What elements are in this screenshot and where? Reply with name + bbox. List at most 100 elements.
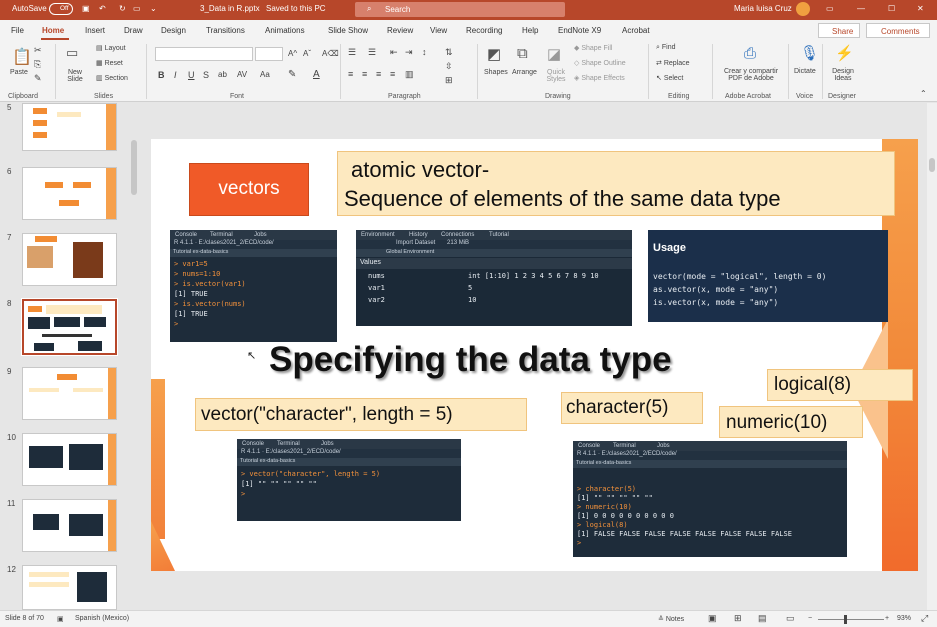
thumbnail-scrollbar-thumb[interactable] bbox=[131, 140, 137, 195]
quick-styles-icon[interactable]: ◪ bbox=[547, 45, 561, 63]
microphone-icon[interactable]: 🎙 bbox=[800, 44, 819, 62]
tab-insert[interactable]: Insert bbox=[85, 26, 105, 35]
tab-slide-show[interactable]: Slide Show bbox=[328, 26, 368, 35]
clear-format-icon[interactable]: A⌫ bbox=[322, 49, 339, 58]
design-ideas-icon[interactable]: ⚡ bbox=[835, 44, 854, 62]
slide-thumbnail-7[interactable] bbox=[22, 233, 117, 286]
zoom-slider-thumb[interactable] bbox=[844, 615, 847, 624]
replace-button[interactable]: ⇄ Replace bbox=[656, 59, 690, 67]
redo-icon[interactable]: ↻ bbox=[119, 4, 126, 13]
tab-help[interactable]: Help bbox=[522, 26, 538, 35]
reset-button[interactable]: ▦ Reset bbox=[96, 59, 123, 67]
find-button[interactable]: ⌕ Find bbox=[656, 44, 676, 52]
close-icon[interactable]: ✕ bbox=[917, 4, 924, 13]
language-label[interactable]: Spanish (Mexico) bbox=[75, 615, 129, 622]
shrink-font-icon[interactable]: Aˇ bbox=[303, 49, 311, 58]
reading-view-icon[interactable]: ▤ bbox=[758, 613, 767, 624]
zoom-slider[interactable] bbox=[818, 615, 884, 624]
slide-sorter-icon[interactable]: ⊞ bbox=[734, 613, 742, 624]
arrange-icon[interactable]: ⧉ bbox=[517, 45, 528, 62]
save-icon[interactable]: ▣ bbox=[82, 4, 90, 13]
columns-icon[interactable]: ▥ bbox=[405, 69, 414, 80]
minimize-icon[interactable]: — bbox=[857, 4, 865, 13]
slide-thumbnail-6[interactable] bbox=[22, 167, 117, 220]
new-slide-label[interactable]: New Slide bbox=[64, 69, 86, 83]
tab-view[interactable]: View bbox=[430, 26, 447, 35]
tab-animations[interactable]: Animations bbox=[265, 26, 305, 35]
bullets-icon[interactable]: ☰ bbox=[348, 47, 356, 58]
shapes-label[interactable]: Shapes bbox=[484, 69, 508, 76]
zoom-out-icon[interactable]: − bbox=[808, 615, 812, 622]
select-button[interactable]: ↖ Select bbox=[656, 74, 683, 82]
paste-label[interactable]: Paste bbox=[10, 69, 28, 76]
tab-design[interactable]: Design bbox=[161, 26, 186, 35]
editor-scrollbar[interactable] bbox=[927, 103, 937, 610]
tab-endnote[interactable]: EndNote X9 bbox=[558, 26, 601, 35]
normal-view-icon[interactable]: ▣ bbox=[708, 613, 717, 624]
font-color-icon[interactable]: A bbox=[313, 69, 320, 80]
editor-scrollbar-thumb[interactable] bbox=[929, 158, 935, 172]
bold-icon[interactable]: B bbox=[158, 70, 165, 80]
italic-icon[interactable]: I bbox=[174, 70, 177, 80]
customize-icon[interactable]: ⌄ bbox=[150, 4, 157, 13]
collapse-ribbon-icon[interactable]: ⌃ bbox=[920, 89, 927, 98]
slide-thumbnail-11[interactable] bbox=[22, 499, 117, 552]
paste-icon[interactable]: 📋 bbox=[12, 47, 32, 67]
notes-button[interactable]: ≙ Notes bbox=[658, 615, 684, 623]
tab-home[interactable]: Home bbox=[42, 26, 64, 35]
design-ideas-label[interactable]: Design Ideas bbox=[829, 68, 857, 82]
tab-acrobat[interactable]: Acrobat bbox=[622, 26, 650, 35]
slide-thumbnail-9[interactable] bbox=[22, 367, 117, 420]
highlight-icon[interactable]: ✎ bbox=[288, 69, 296, 80]
shape-effects-button[interactable]: ◈ Shape Effects bbox=[574, 74, 625, 82]
shape-fill-button[interactable]: ◆ Shape Fill bbox=[574, 44, 612, 52]
user-name[interactable]: Maria luisa Cruz bbox=[734, 4, 792, 13]
slide-thumbnail-12[interactable] bbox=[22, 565, 117, 610]
new-slide-icon[interactable]: ▭ bbox=[66, 45, 78, 61]
autosave-toggle[interactable]: Off bbox=[49, 3, 73, 15]
comments-button[interactable]: Comments bbox=[866, 23, 930, 38]
font-name-field[interactable] bbox=[155, 47, 253, 61]
tab-transitions[interactable]: Transitions bbox=[206, 26, 245, 35]
section-button[interactable]: ▥ Section bbox=[96, 74, 128, 82]
slide-8[interactable]: vectors atomic vector- Sequence of eleme… bbox=[151, 139, 918, 571]
share-button[interactable]: Share bbox=[818, 23, 860, 38]
text-direction-icon[interactable]: ⇅ bbox=[445, 47, 453, 58]
slideshow-icon[interactable]: ▭ bbox=[786, 613, 795, 624]
ribbon-display-icon[interactable]: ▭ bbox=[826, 4, 834, 13]
underline-icon[interactable]: U bbox=[188, 70, 195, 80]
quick-styles-label[interactable]: Quick Styles bbox=[543, 69, 569, 83]
cut-icon[interactable]: ✂ bbox=[34, 45, 42, 56]
spacing-icon[interactable]: AV bbox=[237, 70, 247, 79]
strike-icon[interactable]: S bbox=[203, 70, 209, 80]
slide-thumbnail-10[interactable] bbox=[22, 433, 117, 486]
arrange-label[interactable]: Arrange bbox=[512, 69, 537, 76]
align-right-icon[interactable]: ≡ bbox=[376, 69, 381, 79]
shapes-icon[interactable]: ◩ bbox=[487, 45, 501, 63]
font-size-field[interactable] bbox=[255, 47, 283, 61]
indent-icon[interactable]: ⇤ bbox=[390, 47, 398, 58]
layout-button[interactable]: ▤ Layout bbox=[96, 44, 126, 52]
copy-icon[interactable]: ⎘ bbox=[34, 59, 41, 70]
undo-icon[interactable]: ↶ bbox=[99, 4, 106, 13]
smartart-icon[interactable]: ⊞ bbox=[445, 75, 453, 86]
shadow-icon[interactable]: ab bbox=[218, 70, 227, 79]
tab-draw[interactable]: Draw bbox=[124, 26, 143, 35]
slide-thumbnail-8[interactable] bbox=[21, 298, 118, 356]
format-painter-icon[interactable]: ✎ bbox=[34, 73, 42, 84]
tab-file[interactable]: File bbox=[11, 26, 24, 35]
shape-outline-button[interactable]: ◇ Shape Outline bbox=[574, 59, 626, 67]
pdf-icon[interactable]: ⎙ bbox=[744, 45, 756, 62]
maximize-icon[interactable]: ☐ bbox=[888, 4, 895, 13]
align-center-icon[interactable]: ≡ bbox=[362, 69, 367, 79]
tab-recording[interactable]: Recording bbox=[466, 26, 502, 35]
search-box[interactable]: ⌕ Search bbox=[355, 2, 565, 17]
case-icon[interactable]: Aa bbox=[260, 70, 270, 79]
outdent-icon[interactable]: ⇥ bbox=[405, 47, 413, 58]
line-spacing-icon[interactable]: ↕ bbox=[422, 47, 427, 57]
align-left-icon[interactable]: ≡ bbox=[348, 69, 353, 79]
create-pdf-label[interactable]: Crear y compartir PDF de Adobe bbox=[717, 68, 785, 82]
avatar[interactable] bbox=[796, 2, 810, 16]
numbering-icon[interactable]: ☰ bbox=[368, 47, 376, 58]
spelling-icon[interactable]: ▣ bbox=[57, 615, 64, 623]
